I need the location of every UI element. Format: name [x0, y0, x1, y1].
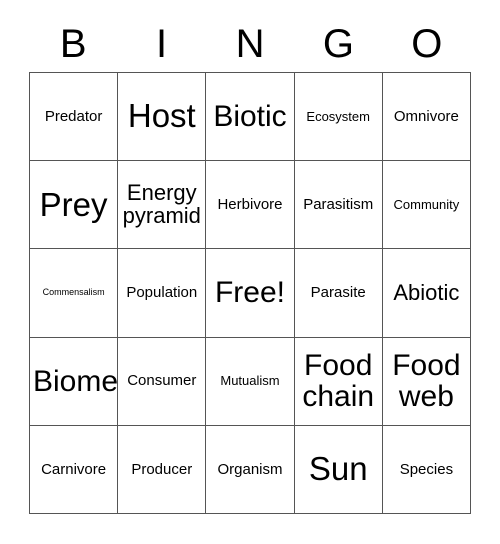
bingo-cell-label: Food chain — [302, 349, 375, 414]
bingo-cell[interactable]: Herbivore — [206, 161, 295, 250]
bingo-cell-label: Herbivore — [217, 195, 283, 213]
bingo-cell-label: Abiotic — [393, 279, 460, 305]
bingo-cell[interactable]: Commensalism — [30, 249, 119, 338]
bingo-cell[interactable]: Producer — [118, 425, 207, 514]
bingo-cell-label: Omnivore — [393, 107, 459, 125]
bingo-cell[interactable]: Species — [382, 425, 471, 514]
bingo-cell[interactable]: Organism — [206, 425, 295, 514]
bingo-cell-label: Producer — [131, 460, 193, 478]
bingo-cell-label: Species — [399, 460, 454, 478]
bingo-cell-label: Sun — [308, 450, 368, 488]
bingo-cell[interactable]: Parasitism — [294, 161, 383, 250]
bingo-grid: Predator Host Biotic Ecosystem Omnivore … — [29, 72, 471, 514]
bingo-cell[interactable]: Prey — [30, 161, 119, 250]
bingo-cell[interactable]: Host — [118, 73, 207, 162]
bingo-cell-label: Food web — [392, 349, 461, 414]
bingo-cell-label: Free! — [214, 276, 285, 310]
bingo-cell[interactable]: Abiotic — [382, 249, 471, 338]
bingo-cell-label: Parasitism — [303, 195, 374, 213]
bingo-cell[interactable]: Carnivore — [30, 425, 119, 514]
bingo-cell-label: Community — [393, 197, 460, 213]
bingo-cell[interactable]: Sun — [294, 425, 383, 514]
bingo-cell-label: Carnivore — [41, 460, 107, 478]
bingo-cell-label: Consumer — [127, 372, 197, 390]
header-letter-b: B — [59, 22, 87, 66]
bingo-card: B I N G O Predator Host Biotic Ecosystem… — [0, 0, 500, 544]
bingo-cell[interactable]: Food web — [382, 337, 471, 426]
bingo-cell[interactable]: Community — [382, 161, 471, 250]
bingo-cell-label: Biotic — [213, 100, 287, 133]
bingo-cell[interactable]: Consumer — [118, 337, 207, 426]
bingo-cell[interactable]: Omnivore — [382, 73, 471, 162]
bingo-cell[interactable]: Population — [118, 249, 207, 338]
header-letter-i: I — [156, 22, 168, 66]
bingo-cell-label: Commensalism — [42, 287, 105, 298]
bingo-cell-label: Ecosystem — [306, 108, 370, 124]
bingo-cell[interactable]: Ecosystem — [294, 73, 383, 162]
bingo-cell-free[interactable]: Free! — [206, 249, 295, 338]
bingo-cell-label: Energy pyramid — [122, 179, 201, 228]
bingo-cell[interactable]: Biome — [30, 337, 119, 426]
bingo-cell-label: Host — [127, 97, 196, 135]
bingo-cell[interactable]: Energy pyramid — [118, 161, 207, 250]
bingo-cell[interactable]: Food chain — [294, 337, 383, 426]
header-letter-n: N — [235, 22, 265, 66]
bingo-cell-label: Predator — [44, 107, 103, 125]
bingo-cell-label: Biome — [33, 364, 119, 398]
bingo-cell-label: Population — [126, 284, 198, 302]
bingo-cell[interactable]: Predator — [30, 73, 119, 162]
bingo-cell[interactable]: Biotic — [206, 73, 295, 162]
bingo-cell[interactable]: Mutualism — [206, 337, 295, 426]
header-letter-g: G — [322, 22, 354, 66]
header-letter-o: O — [411, 22, 443, 66]
bingo-cell-label: Parasite — [310, 284, 366, 302]
bingo-cell-label: Organism — [217, 460, 283, 478]
bingo-cell[interactable]: Parasite — [294, 249, 383, 338]
bingo-header: B I N G O — [29, 16, 471, 72]
bingo-cell-label: Mutualism — [220, 373, 280, 389]
bingo-cell-label: Prey — [39, 185, 108, 223]
